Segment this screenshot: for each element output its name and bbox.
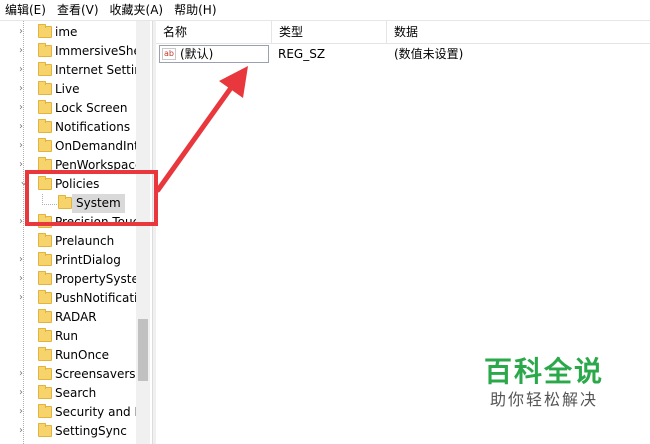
tree-item-label: Prelaunch [55, 234, 115, 248]
tree-item-label: Policies [55, 177, 100, 191]
chevron-right-icon[interactable]: › [19, 140, 29, 152]
tree-scrollbar[interactable] [136, 21, 150, 444]
folder-icon [38, 271, 52, 285]
chevron-right-icon[interactable]: › [19, 159, 29, 171]
chevron-right-icon[interactable]: › [19, 45, 29, 57]
registry-key-tree: › ime › ImmersiveShel › Internet Setting › Live… [0, 21, 150, 444]
folder-icon [38, 290, 52, 304]
value-row[interactable]: (默认) REG_SZ (数值未设置) [156, 44, 650, 64]
menu-bar: 编辑(E) 查看(V) 收藏夹(A) 帮助(H) [0, 0, 650, 21]
tree-item-label: RADAR [55, 310, 97, 324]
chevron-right-icon[interactable]: › [19, 273, 29, 285]
tree-item-label: PushNotificatio [55, 291, 145, 305]
chevron-right-icon[interactable]: › [19, 254, 29, 266]
tree-item-label: Security and M [55, 405, 145, 419]
chevron-right-icon[interactable]: › [19, 292, 29, 304]
folder-icon [38, 157, 52, 171]
folder-icon [38, 328, 52, 342]
tree-item-label: PenWorkspace [55, 158, 143, 172]
folder-icon [38, 100, 52, 114]
tree-item-label: PrintDialog [55, 253, 121, 267]
tree-item-label: Live [55, 82, 80, 96]
value-data: (数值未设置) [394, 47, 464, 61]
folder-icon [38, 43, 52, 57]
tree-item-label: Search [55, 386, 97, 400]
folder-icon [38, 385, 52, 399]
pointer-arrow-shaft [155, 82, 236, 193]
menu-help[interactable]: 帮助(H) [169, 0, 222, 20]
column-header-data[interactable]: 数据 [387, 21, 650, 43]
column-header-type[interactable]: 类型 [272, 21, 387, 43]
folder-icon [38, 62, 52, 76]
tree-item-label: ime [55, 25, 78, 39]
values-list-header: 名称 类型 数据 [156, 21, 650, 44]
menu-favorites[interactable]: 收藏夹(A) [105, 0, 170, 20]
tree-connector-line [42, 194, 57, 205]
tree-item-label: PropertySyster [55, 272, 144, 286]
folder-icon [38, 366, 52, 380]
tree-item-label: Notifications [55, 120, 131, 134]
folder-icon [38, 81, 52, 95]
tree-item-label: SettingSync [55, 424, 127, 438]
folder-icon [38, 176, 52, 190]
tree-item-label: Run [55, 329, 79, 343]
pane-splitter[interactable] [152, 21, 156, 444]
folder-icon [38, 347, 52, 361]
tree-item-label: System [72, 194, 125, 213]
folder-icon [38, 309, 52, 323]
tree-item-label: Screensavers [55, 367, 136, 381]
menu-view[interactable]: 查看(V) [52, 0, 105, 20]
tree-item-label: OnDemandInt [55, 139, 139, 153]
chevron-right-icon[interactable]: › [19, 387, 29, 399]
value-type: REG_SZ [278, 47, 326, 61]
tree-item-label: Precision Touch [55, 215, 147, 229]
tree-item-label: ImmersiveShel [55, 44, 145, 58]
folder-icon [38, 404, 52, 418]
folder-icon [38, 423, 52, 437]
chevron-right-icon[interactable]: › [19, 102, 29, 114]
pointer-arrow-head [219, 66, 248, 98]
folder-icon [38, 233, 52, 247]
menu-edit[interactable]: 编辑(E) [0, 0, 52, 20]
chevron-down-icon[interactable]: ⌄ [19, 175, 29, 187]
watermark-title: 百科全说 [484, 355, 605, 388]
folder-icon [38, 214, 52, 228]
chevron-right-icon[interactable]: › [19, 83, 29, 95]
watermark-subtitle: 助你轻松解决 [490, 390, 599, 409]
folder-icon [38, 252, 52, 266]
chevron-right-icon[interactable]: › [19, 406, 29, 418]
folder-icon [38, 24, 52, 38]
folder-icon [38, 138, 52, 152]
chevron-right-icon[interactable]: › [19, 216, 29, 228]
folder-icon [58, 195, 72, 209]
chevron-right-icon[interactable]: › [19, 26, 29, 38]
value-name: (默认) [180, 47, 214, 61]
chevron-right-icon[interactable]: › [19, 425, 29, 437]
tree-item-label: Lock Screen [55, 101, 128, 115]
tree-scrollbar-thumb[interactable] [138, 319, 148, 381]
column-header-name[interactable]: 名称 [156, 21, 272, 43]
tree-item-label: RunOnce [55, 348, 110, 362]
folder-icon [38, 119, 52, 133]
chevron-right-icon[interactable]: › [19, 368, 29, 380]
watermark-logo: 百科全说 助你轻松解决 [484, 355, 614, 411]
chevron-right-icon[interactable]: › [19, 121, 29, 133]
tree-guide-line [23, 21, 24, 444]
chevron-right-icon[interactable]: › [19, 64, 29, 76]
